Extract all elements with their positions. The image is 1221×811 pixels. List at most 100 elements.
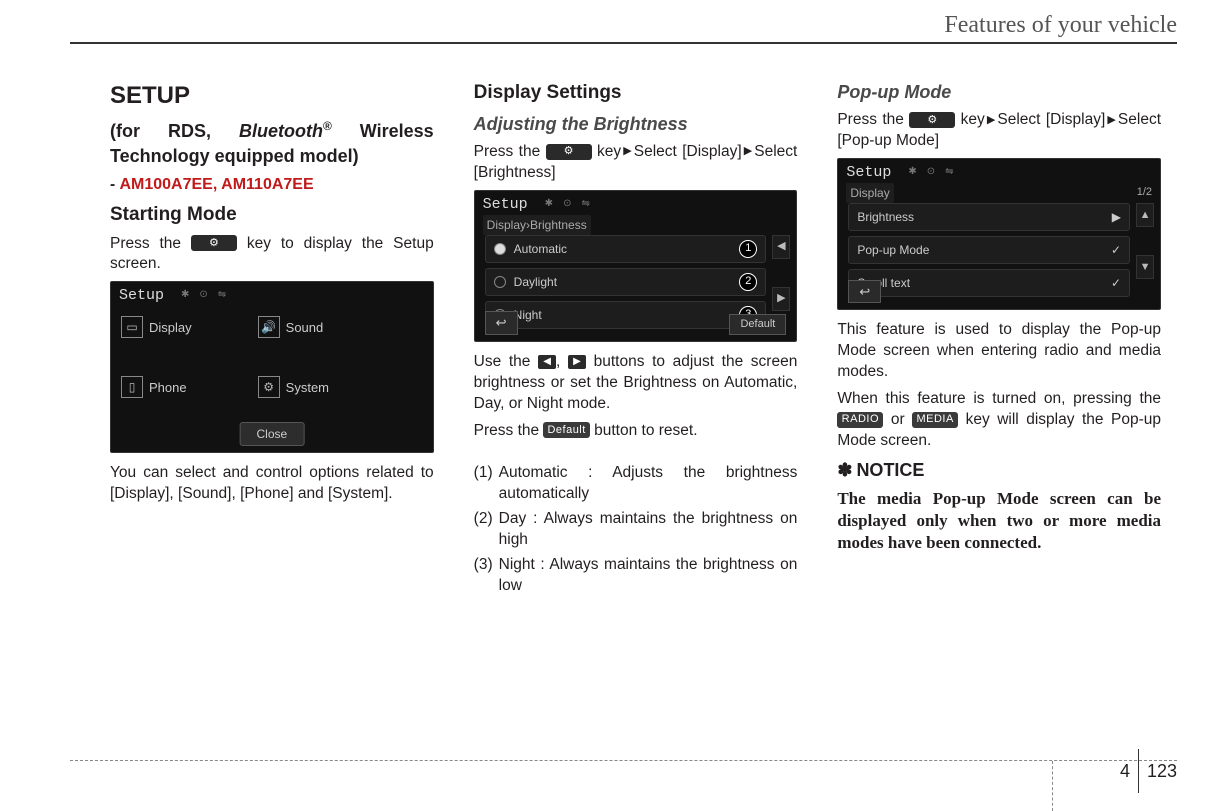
ss-breadcrumb: Display›Brightness xyxy=(483,215,591,235)
ss-status-icons: ✱⊙⇋ xyxy=(908,165,953,179)
tile-system-label: System xyxy=(286,379,329,397)
column-left: SETUP (for RDS, Bluetooth® Wireless Tech… xyxy=(110,80,434,741)
opt-night-label: Night xyxy=(514,307,542,323)
list-item-2: (2) Day : Always maintains the brightnes… xyxy=(474,509,798,551)
asterisk-icon: ✽ xyxy=(837,460,852,480)
check-icon: ✓ xyxy=(1111,275,1121,291)
display-icon: ▭ xyxy=(121,316,143,338)
gear-key-icon xyxy=(191,235,237,251)
ss-back-button: ↩ xyxy=(848,280,881,304)
ss-title: Setup xyxy=(846,163,891,183)
tile-phone: ▯Phone xyxy=(121,376,242,398)
row-daylight: Daylight 2 xyxy=(485,268,767,296)
dot-icon: ⊙ xyxy=(563,197,571,211)
content-columns: SETUP (for RDS, Bluetooth® Wireless Tech… xyxy=(110,80,1161,741)
ss-back-button: ↩ xyxy=(485,311,518,335)
txt-mid: , xyxy=(556,353,568,370)
row-automatic: Automatic 1 xyxy=(485,235,767,263)
num-1: (1) xyxy=(474,463,493,505)
opt-day-label: Daylight xyxy=(514,274,557,290)
txt-key-post: key xyxy=(597,143,621,160)
chevron-down-icon: ▼ xyxy=(1136,255,1154,279)
lead-2: Day : xyxy=(499,510,544,527)
tile-phone-label: Phone xyxy=(149,379,187,397)
list-item-1: (1) Automatic : Adjusts the brightness a… xyxy=(474,463,798,505)
opt-auto-label: Automatic xyxy=(514,241,567,257)
txt-pre: When this feature is turned on, pressing… xyxy=(837,390,1161,407)
p-use-arrows: Use the ◀, ▶ buttons to adjust the scree… xyxy=(474,352,798,415)
ss-default-button: Default xyxy=(729,314,786,335)
bt-icon: ✱ xyxy=(908,165,916,179)
body-3: Night : Always maintains the brightness … xyxy=(499,555,798,597)
ss-title: Setup xyxy=(119,286,164,306)
num-2: (2) xyxy=(474,509,493,551)
body-1: Automatic : Adjusts the brightness autom… xyxy=(499,463,798,505)
txt-pre: Use the xyxy=(474,353,538,370)
screenshot-display-menu: Setup ✱⊙⇋ Display 1/2 Brightness ▶ Pop-u… xyxy=(837,158,1161,310)
tile-display-label: Display xyxy=(149,319,192,337)
tile-system: ⚙System xyxy=(258,376,379,398)
callout-2: 2 xyxy=(739,273,757,291)
row-popup-label: Pop-up Mode xyxy=(857,242,929,258)
chevron-right-icon: ▶ xyxy=(622,145,633,157)
p-press-default: Press the Default button to reset. xyxy=(474,421,798,442)
body-2: Day : Always maintains the brightness on… xyxy=(499,509,798,551)
chevron-right-icon: ▶ xyxy=(743,145,754,157)
p-feature-desc: This feature is used to display the Pop-… xyxy=(837,320,1161,383)
tile-display: ▭ Display xyxy=(121,316,242,338)
txt-key-post: key xyxy=(961,111,985,128)
txt-or: or xyxy=(883,411,912,428)
ss-status-icons: ✱⊙⇋ xyxy=(545,197,590,211)
ss-breadcrumb: Display xyxy=(846,183,893,203)
txt-pre: Press the xyxy=(474,143,546,160)
section-number: 4 xyxy=(1120,749,1139,793)
heading-starting-mode: Starting Mode xyxy=(110,202,434,228)
callout-1: 1 xyxy=(739,240,757,258)
txt-pre: Press the xyxy=(110,235,191,252)
bt-icon: ✱ xyxy=(181,288,189,302)
heading-popup-mode: Pop-up Mode xyxy=(837,80,1161,104)
sound-icon: 🔊 xyxy=(258,316,280,338)
footer-rule xyxy=(70,760,1177,761)
h-rds-pre: (for RDS, xyxy=(110,121,239,141)
radio-key: RADIO xyxy=(837,412,883,428)
radio-off-icon xyxy=(494,276,506,288)
default-key: Default xyxy=(543,422,589,438)
chevron-up-icon: ▲ xyxy=(1136,203,1154,227)
ss-scroll-arrows: ▲ ▼ xyxy=(1136,203,1154,279)
heading-display-settings: Display Settings xyxy=(474,80,798,106)
tile-sound-label: Sound xyxy=(286,319,324,337)
ss-menu-rows: Brightness ▶ Pop-up Mode ✓ Scroll text ✓ xyxy=(848,203,1130,302)
notice-label: NOTICE xyxy=(856,460,924,480)
txt-pre: Press the xyxy=(474,422,544,439)
p-press-setup: Press the key to display the Setup scree… xyxy=(110,234,434,276)
screenshot-setup-main: Setup ✱⊙⇋ ▭Display 🔊Sound ▯Phone ⚙System… xyxy=(110,281,434,453)
ss-title: Setup xyxy=(483,195,528,215)
arrow-right-icon: ▶ xyxy=(568,355,586,369)
chevron-left-icon: ◀ xyxy=(772,235,790,259)
ss-tiles: ▭ Display 🔊 Sound ▯Phone ⚙System xyxy=(121,316,423,420)
bluetooth-word: Bluetooth xyxy=(239,121,323,141)
gear-key-icon xyxy=(546,144,592,160)
p-select-options: You can select and control options relat… xyxy=(110,463,434,505)
txt-2: Always maintains the brightness on high xyxy=(499,510,798,548)
chevron-right-icon: ▶ xyxy=(1112,209,1121,225)
txt-sel1: Select [Display] xyxy=(997,111,1105,128)
bt-icon: ✱ xyxy=(545,197,553,211)
check-icon: ✓ xyxy=(1111,242,1121,258)
column-right: Pop-up Mode Press the key▶Select [Displa… xyxy=(837,80,1161,741)
heading-setup: SETUP xyxy=(110,80,434,112)
txt-sel1: Select [Display] xyxy=(634,143,742,160)
row-scroll: Scroll text ✓ xyxy=(848,269,1130,297)
tile-sound: 🔊 Sound xyxy=(258,316,379,338)
page-number: 4 123 xyxy=(1120,749,1177,793)
header-rule xyxy=(70,42,1177,44)
chevron-right-icon: ▶ xyxy=(1106,114,1117,126)
notice-body: The media Pop-up Mode screen can be disp… xyxy=(837,488,1161,554)
running-header: Features of your vehicle xyxy=(944,12,1177,39)
p-press-brightness: Press the key▶Select [Display]▶Select [B… xyxy=(474,142,798,184)
lead-3: Night : xyxy=(499,556,550,573)
p-when-on: When this feature is turned on, pressing… xyxy=(837,389,1161,452)
row-night: Night 3 xyxy=(485,301,767,329)
dot-icon: ⊙ xyxy=(199,288,207,302)
